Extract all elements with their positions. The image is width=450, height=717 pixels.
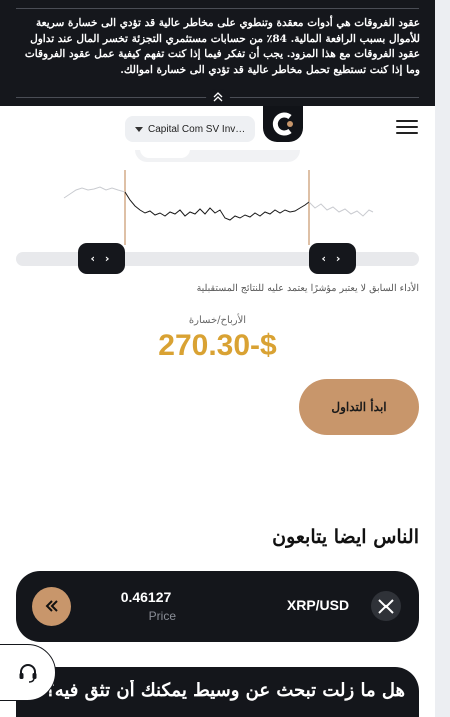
double-chevron-up-icon[interactable] [206,89,230,107]
past-performance-disclaimer: الأداء السابق لا يعتبر مؤشرًا يعتمد عليه… [196,283,419,294]
headset-support-icon [19,664,37,683]
instrument-price-value: 0.46127 [120,589,172,605]
price-history-chart [63,150,374,245]
trusted-broker-heading: هل ما زلت تبحث عن وسيط يمكنك أن تثق فيه؟ [45,680,405,701]
chevron-down-icon [135,126,143,132]
page-scrollbar[interactable] [435,0,450,717]
range-slider-track[interactable] [16,252,419,266]
banner-divider-top [16,8,419,9]
instrument-price-label: Price [148,609,176,623]
top-navigation-bar: Capital Com SV Investments Limited [0,106,435,150]
price-line-selected [124,191,310,221]
profit-loss-label: الأرباح/خسارة [188,315,247,326]
start-trading-button[interactable]: ابدأ التداول [299,379,419,435]
chart-period-active[interactable] [140,150,190,158]
range-slider-right-handle[interactable]: ‹ › [309,243,356,274]
range-slider-left-handle[interactable]: ‹ › [78,243,125,274]
hamburger-menu-icon[interactable] [396,120,418,136]
entity-select-dropdown[interactable]: Capital Com SV Investments Limited [125,116,255,142]
price-line-before [63,186,126,199]
people-also-watch-heading: الناس ايضا يتابعون [272,526,419,548]
risk-warning-banner: عقود الفروقات هي أدوات معقدة وتنطوي على … [0,0,435,107]
support-chat-button[interactable] [0,644,56,701]
double-chevron-left-icon[interactable] [32,587,71,626]
entity-select-label: Capital Com SV Investments Limited [148,123,248,135]
instrument-symbol: XRP/USD [286,597,350,613]
capital-com-logo-icon[interactable] [263,106,303,142]
xrp-coin-icon [371,591,401,621]
price-line-after [308,201,374,217]
instrument-card[interactable]: 0.46127 Price XRP/USD [16,571,419,642]
risk-warning-text: عقود الفروقات هي أدوات معقدة وتنطوي على … [24,17,420,76]
profit-loss-value: 270.30-$ [158,329,277,362]
